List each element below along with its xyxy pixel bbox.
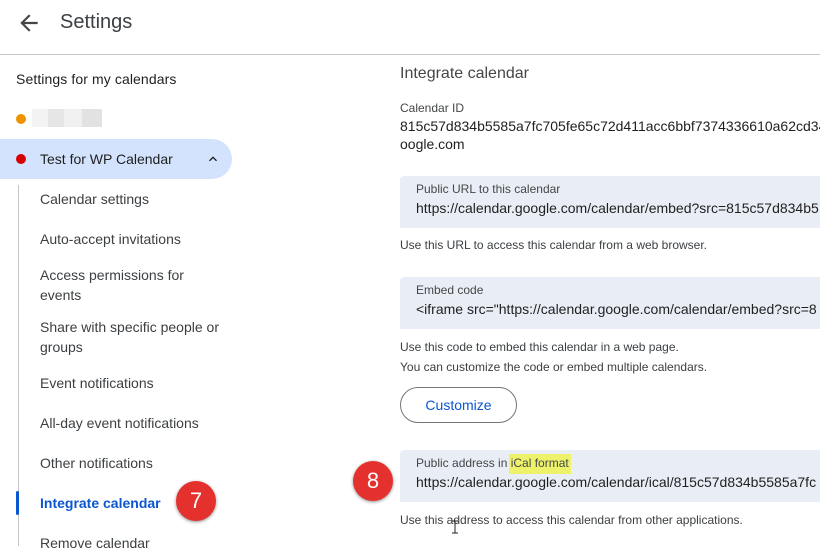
ical-address-field[interactable]: Public address in iCal format https://ca… <box>400 450 820 502</box>
ical-label-prefix: Public address in <box>416 456 511 470</box>
public-url-help: Use this URL to access this calendar fro… <box>400 238 708 252</box>
sidebar-item-other-notifications[interactable]: Other notifications <box>40 453 220 473</box>
calendar-id-value[interactable]: 815c57d834b5585a7fc705fe65c72d411acc6bbf… <box>400 117 820 135</box>
customize-button[interactable]: Customize <box>400 387 517 423</box>
text-cursor-icon <box>452 520 458 534</box>
embed-code-label: Embed code <box>416 283 484 297</box>
sidebar-item-calendar-settings[interactable]: Calendar settings <box>40 189 220 209</box>
sidebar-item-event-notifications[interactable]: Event notifications <box>40 373 220 393</box>
calendar-id-value-continued[interactable]: oogle.com <box>400 135 465 153</box>
chevron-up-icon[interactable] <box>205 151 221 167</box>
calendar-name: Test for WP Calendar <box>40 151 173 167</box>
back-arrow-icon[interactable] <box>16 10 42 36</box>
ical-format-highlight: iCal format <box>508 454 571 474</box>
ical-address-value[interactable]: https://calendar.google.com/calendar/ica… <box>416 474 816 490</box>
integrate-calendar-section: Integrate calendar Calendar ID 815c57d83… <box>400 55 820 546</box>
calendar-color-dot <box>16 114 26 124</box>
sidebar-item-remove-calendar[interactable]: Remove calendar <box>40 533 220 553</box>
page-title: Settings <box>60 11 133 33</box>
top-app-bar: Settings <box>0 0 820 54</box>
public-url-label: Public URL to this calendar <box>416 182 561 196</box>
redacted-name <box>64 109 82 127</box>
sidebar-heading: Settings for my calendars <box>16 71 177 87</box>
redacted-name <box>32 109 48 127</box>
public-url-value[interactable]: https://calendar.google.com/calendar/emb… <box>416 200 819 216</box>
embed-code-value[interactable]: <iframe src="https://calendar.google.com… <box>416 301 817 317</box>
sidebar-item-share[interactable]: Share with specific people or groups <box>40 317 220 357</box>
public-url-field[interactable]: Public URL to this calendar https://cale… <box>400 176 820 228</box>
ical-address-label: Public address in iCal format <box>416 454 571 474</box>
active-indicator <box>16 491 19 515</box>
calendar-id-label: Calendar ID <box>400 101 465 115</box>
redacted-name <box>82 109 102 127</box>
settings-sidebar: Settings for my calendars Test for WP Ca… <box>0 55 240 551</box>
step-badge-7: 7 <box>176 481 216 521</box>
redacted-name <box>48 109 64 127</box>
calendar-color-dot <box>16 154 26 164</box>
embed-code-help: Use this code to embed this calendar in … <box>400 340 679 354</box>
section-title: Integrate calendar <box>400 65 529 82</box>
sidebar-calendar-selected[interactable]: Test for WP Calendar <box>0 139 232 179</box>
sidebar-item-access-permissions[interactable]: Access permissions for events <box>40 265 220 305</box>
embed-code-help-2: You can customize the code or embed mult… <box>400 360 708 374</box>
sidebar-item-auto-accept[interactable]: Auto-accept invitations <box>40 229 220 249</box>
step-badge-8: 8 <box>353 461 393 501</box>
embed-code-field[interactable]: Embed code <iframe src="https://calendar… <box>400 277 820 329</box>
sidebar-calendar-redacted[interactable] <box>0 105 230 131</box>
sidebar-item-all-day-notifications[interactable]: All-day event notifications <box>40 413 220 433</box>
